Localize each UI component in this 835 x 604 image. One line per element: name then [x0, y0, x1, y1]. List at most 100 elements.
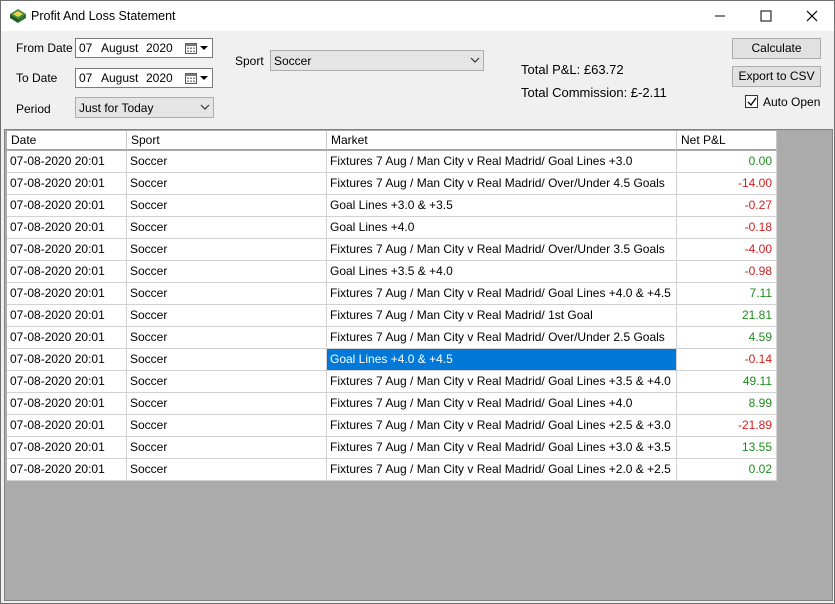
table-row[interactable]: 07-08-2020 20:01 Soccer Fixtures 7 Aug / M… [7, 173, 777, 195]
market-cell[interactable]: Fixtures 7 Aug / Man City v Real Madrid/… [327, 305, 677, 327]
date-cell[interactable]: 07-08-2020 20:01 [7, 327, 127, 349]
calculate-button[interactable]: Calculate [732, 38, 821, 59]
chevron-down-icon[interactable] [200, 46, 208, 50]
sport-select[interactable]: Soccer [270, 50, 484, 71]
table-row[interactable]: 07-08-2020 20:01 Soccer Goal Lines +4.0 -0.… [7, 217, 777, 239]
market-cell[interactable]: Fixtures 7 Aug / Man City v Real Madrid/… [327, 173, 677, 195]
table-row[interactable]: 07-08-2020 20:01 Soccer Fixtures 7 Aug / M… [7, 327, 777, 349]
table-row[interactable]: 07-08-2020 20:01 Soccer Goal Lines +3.0 & … [7, 195, 777, 217]
market-cell[interactable]: Fixtures 7 Aug / Man City v Real Madrid/… [327, 239, 677, 261]
net-pnl-cell[interactable]: 13.55 [677, 437, 777, 459]
date-cell[interactable]: 07-08-2020 20:01 [7, 415, 127, 437]
net-pnl-cell[interactable]: 49.11 [677, 371, 777, 393]
net-pnl-cell[interactable]: 8.99 [677, 393, 777, 415]
table-row[interactable]: 07-08-2020 20:01 Soccer Fixtures 7 Aug / M… [7, 415, 777, 437]
sport-cell[interactable]: Soccer [127, 173, 327, 195]
net-pnl-cell[interactable]: -0.14 [677, 349, 777, 371]
market-cell[interactable]: Fixtures 7 Aug / Man City v Real Madrid/… [327, 437, 677, 459]
sport-cell[interactable]: Soccer [127, 195, 327, 217]
sport-cell[interactable]: Soccer [127, 371, 327, 393]
market-cell[interactable]: Goal Lines +3.5 & +4.0 [327, 261, 677, 283]
date-cell[interactable]: 07-08-2020 20:01 [7, 459, 127, 481]
net-pnl-cell[interactable]: -0.98 [677, 261, 777, 283]
from-month[interactable]: August [101, 41, 138, 55]
column-header-sport[interactable]: Sport [127, 131, 327, 150]
sport-cell[interactable]: Soccer [127, 437, 327, 459]
market-cell[interactable]: Fixtures 7 Aug / Man City v Real Madrid/… [327, 283, 677, 305]
market-cell[interactable]: Fixtures 7 Aug / Man City v Real Madrid/… [327, 459, 677, 481]
sport-cell[interactable]: Soccer [127, 151, 327, 173]
table-row[interactable]: 07-08-2020 20:01 Soccer Fixtures 7 Aug / M… [7, 393, 777, 415]
net-pnl-cell[interactable]: 21.81 [677, 305, 777, 327]
date-cell[interactable]: 07-08-2020 20:01 [7, 151, 127, 173]
table-row[interactable]: 07-08-2020 20:01 Soccer Goal Lines +4.0 & … [7, 349, 777, 371]
date-cell[interactable]: 07-08-2020 20:01 [7, 371, 127, 393]
from-day[interactable]: 07 [79, 41, 92, 55]
net-pnl-cell[interactable]: -0.27 [677, 195, 777, 217]
sport-cell[interactable]: Soccer [127, 393, 327, 415]
column-header-market[interactable]: Market [327, 131, 677, 150]
minimize-button[interactable] [697, 1, 743, 31]
net-pnl-cell[interactable]: -4.00 [677, 239, 777, 261]
net-pnl-cell[interactable]: 0.02 [677, 459, 777, 481]
period-select[interactable]: Just for Today [75, 97, 214, 118]
from-date-picker[interactable]: 07 August 2020 [75, 38, 213, 58]
pnl-grid[interactable]: Date Sport Market Net P&L 07-08-2020 20:… [4, 129, 833, 601]
market-cell[interactable]: Goal Lines +3.0 & +3.5 [327, 195, 677, 217]
net-pnl-cell[interactable]: 0.00 [677, 151, 777, 173]
table-row[interactable]: 07-08-2020 20:01 Soccer Fixtures 7 Aug / M… [7, 437, 777, 459]
sport-cell[interactable]: Soccer [127, 349, 327, 371]
market-cell[interactable]: Fixtures 7 Aug / Man City v Real Madrid/… [327, 415, 677, 437]
table-row[interactable]: 07-08-2020 20:01 Soccer Fixtures 7 Aug / M… [7, 151, 777, 173]
sport-cell[interactable]: Soccer [127, 415, 327, 437]
to-year[interactable]: 2020 [146, 71, 173, 85]
export-csv-button[interactable]: Export to CSV [732, 66, 821, 87]
sport-cell[interactable]: Soccer [127, 283, 327, 305]
table-row[interactable]: 07-08-2020 20:01 Soccer Fixtures 7 Aug / M… [7, 239, 777, 261]
sport-cell[interactable]: Soccer [127, 327, 327, 349]
net-pnl-cell[interactable]: 7.11 [677, 283, 777, 305]
sport-cell[interactable]: Soccer [127, 305, 327, 327]
maximize-button[interactable] [743, 1, 789, 31]
net-pnl-cell[interactable]: -21.89 [677, 415, 777, 437]
date-cell[interactable]: 07-08-2020 20:01 [7, 195, 127, 217]
calendar-icon[interactable] [185, 42, 197, 54]
close-button[interactable] [789, 1, 835, 31]
date-cell[interactable]: 07-08-2020 20:01 [7, 437, 127, 459]
sport-cell[interactable]: Soccer [127, 459, 327, 481]
to-month[interactable]: August [101, 71, 138, 85]
chevron-down-icon[interactable] [200, 76, 208, 80]
date-cell[interactable]: 07-08-2020 20:01 [7, 305, 127, 327]
sport-cell[interactable]: Soccer [127, 239, 327, 261]
date-cell[interactable]: 07-08-2020 20:01 [7, 393, 127, 415]
table-row[interactable]: 07-08-2020 20:01 Soccer Fixtures 7 Aug / M… [7, 371, 777, 393]
column-header-net-pnl[interactable]: Net P&L [677, 131, 777, 150]
market-cell[interactable]: Goal Lines +4.0 & +4.5 [327, 349, 677, 371]
column-header-date[interactable]: Date [7, 131, 127, 150]
market-cell[interactable]: Fixtures 7 Aug / Man City v Real Madrid/… [327, 393, 677, 415]
net-pnl-cell[interactable]: -14.00 [677, 173, 777, 195]
table-row[interactable]: 07-08-2020 20:01 Soccer Fixtures 7 Aug / M… [7, 305, 777, 327]
table-row[interactable]: 07-08-2020 20:01 Soccer Goal Lines +3.5 & … [7, 261, 777, 283]
date-cell[interactable]: 07-08-2020 20:01 [7, 239, 127, 261]
date-cell[interactable]: 07-08-2020 20:01 [7, 283, 127, 305]
market-cell[interactable]: Fixtures 7 Aug / Man City v Real Madrid/… [327, 327, 677, 349]
date-cell[interactable]: 07-08-2020 20:01 [7, 261, 127, 283]
table-row[interactable]: 07-08-2020 20:01 Soccer Fixtures 7 Aug / M… [7, 283, 777, 305]
date-cell[interactable]: 07-08-2020 20:01 [7, 173, 127, 195]
sport-cell[interactable]: Soccer [127, 261, 327, 283]
date-cell[interactable]: 07-08-2020 20:01 [7, 217, 127, 239]
calendar-icon[interactable] [185, 72, 197, 84]
auto-open-label[interactable]: Auto Open [763, 95, 820, 109]
to-day[interactable]: 07 [79, 71, 92, 85]
auto-open-checkbox[interactable] [745, 95, 758, 108]
sport-cell[interactable]: Soccer [127, 217, 327, 239]
from-year[interactable]: 2020 [146, 41, 173, 55]
market-cell[interactable]: Goal Lines +4.0 [327, 217, 677, 239]
net-pnl-cell[interactable]: -0.18 [677, 217, 777, 239]
market-cell[interactable]: Fixtures 7 Aug / Man City v Real Madrid/… [327, 151, 677, 173]
table-row[interactable]: 07-08-2020 20:01 Soccer Fixtures 7 Aug / M… [7, 459, 777, 481]
net-pnl-cell[interactable]: 4.59 [677, 327, 777, 349]
market-cell[interactable]: Fixtures 7 Aug / Man City v Real Madrid/… [327, 371, 677, 393]
date-cell[interactable]: 07-08-2020 20:01 [7, 349, 127, 371]
